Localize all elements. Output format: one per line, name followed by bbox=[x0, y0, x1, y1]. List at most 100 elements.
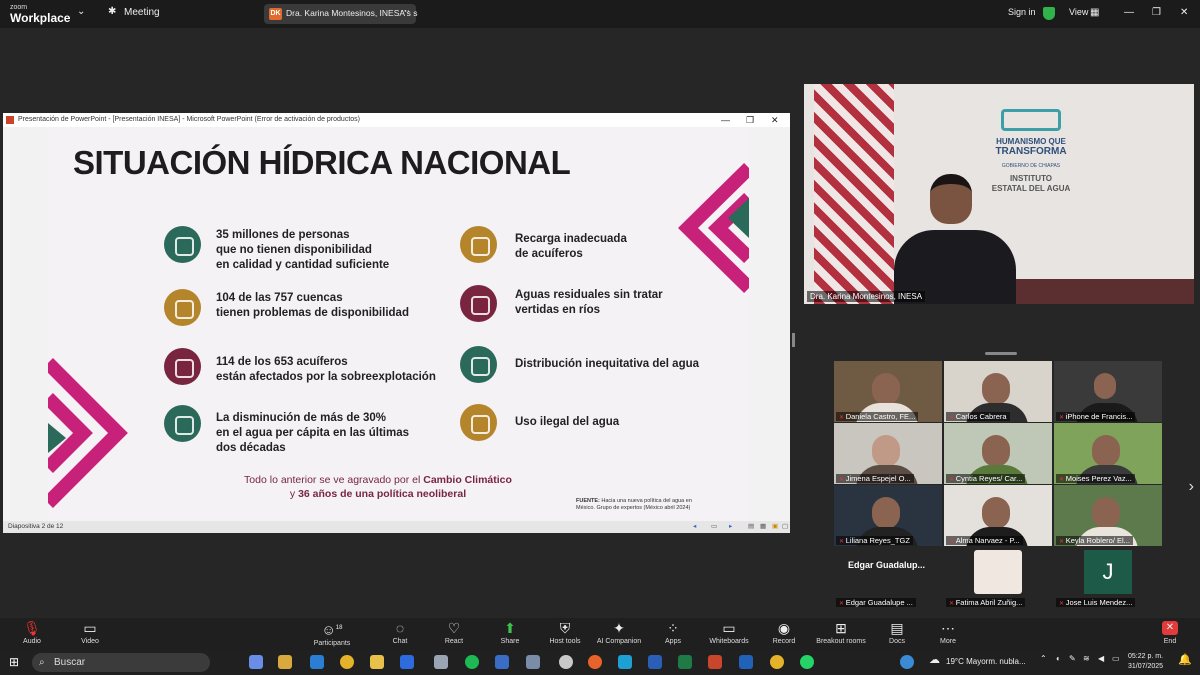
chrome-icon[interactable] bbox=[340, 655, 354, 669]
react-label: React bbox=[444, 638, 464, 645]
prev-slide-icon[interactable]: ◂ bbox=[693, 521, 696, 533]
participant-face bbox=[872, 497, 900, 529]
zoom-taskbar-icon[interactable] bbox=[400, 655, 414, 669]
chevron-down-icon[interactable]: ⌄ bbox=[77, 6, 85, 17]
app-icon[interactable] bbox=[559, 655, 573, 669]
view-grid-icon[interactable]: ▦ bbox=[1090, 7, 1099, 18]
app-icon[interactable] bbox=[434, 655, 448, 669]
excel-icon[interactable] bbox=[678, 655, 692, 669]
whiteboards-button[interactable]: ▭ Whiteboards bbox=[699, 619, 759, 646]
participant-tile[interactable]: Alma Narvaez - P... bbox=[944, 485, 1052, 546]
outlook-icon[interactable] bbox=[739, 655, 753, 669]
react-button[interactable]: ♡ React bbox=[424, 619, 484, 646]
participant-tile[interactable]: Daniela Castro, FE... bbox=[834, 361, 942, 422]
breakout-rooms-button[interactable]: ⊞ Breakout rooms bbox=[811, 619, 871, 646]
restore-icon[interactable]: ❐ bbox=[1152, 7, 1161, 18]
windows-start-icon[interactable]: ⊞ bbox=[9, 655, 19, 669]
shield-tools-icon: ⛨ bbox=[559, 620, 571, 636]
view-slideshow-icon[interactable]: ▢ bbox=[782, 521, 788, 533]
minimize-icon[interactable]: — bbox=[1124, 7, 1134, 18]
active-share-tab-label: Dra. Karina Montesinos, INESA's s bbox=[286, 8, 418, 18]
resize-handle[interactable] bbox=[792, 333, 795, 347]
participants-button[interactable]: ☺18 Participants bbox=[302, 619, 362, 648]
video-button[interactable]: ▭ Video bbox=[60, 619, 120, 646]
next-slide-icon[interactable]: ▸ bbox=[729, 521, 732, 533]
meeting-tab[interactable]: Meeting bbox=[124, 7, 160, 18]
note-pre: Todo lo anterior se ve agravado por el bbox=[244, 474, 424, 486]
store-icon[interactable] bbox=[278, 655, 292, 669]
app-icon[interactable] bbox=[618, 655, 632, 669]
ppt-close-icon[interactable]: ✕ bbox=[771, 113, 779, 127]
copilot-icon[interactable] bbox=[249, 655, 263, 669]
close-icon[interactable]: ✕ bbox=[1180, 7, 1188, 18]
chat-label: Chat bbox=[392, 638, 408, 645]
wifi-icon[interactable]: ≋ bbox=[1083, 654, 1090, 663]
camera-icon: ▭ bbox=[83, 620, 97, 636]
pen-icon[interactable]: ✎ bbox=[1069, 654, 1076, 663]
taskbar-search[interactable]: ⌕ Buscar bbox=[32, 653, 210, 672]
wastewater-icon bbox=[460, 285, 497, 322]
chrome-icon[interactable] bbox=[770, 655, 784, 669]
people-water-icon bbox=[164, 226, 201, 263]
ppt-minimize-icon[interactable]: — bbox=[721, 113, 730, 127]
sign-in-link[interactable]: Sign in bbox=[1008, 7, 1036, 17]
participant-face bbox=[1092, 497, 1120, 529]
participant-initial-avatar: J bbox=[1084, 550, 1132, 594]
whiteboards-label: Whiteboards bbox=[709, 638, 749, 645]
app-icon[interactable] bbox=[900, 655, 914, 669]
participant-tile[interactable]: Edgar Guadalup... Edgar Guadalupe ... bbox=[834, 547, 942, 608]
whatsapp-icon[interactable] bbox=[800, 655, 814, 669]
next-page-icon[interactable]: › bbox=[1189, 478, 1194, 496]
zoom-workplace-logo: zoom Workplace bbox=[10, 3, 71, 25]
view-normal-icon[interactable]: ▤ bbox=[748, 521, 754, 533]
participant-tile[interactable]: J Jose Luis Mendez... bbox=[1054, 547, 1162, 608]
logo-big: Workplace bbox=[10, 11, 71, 25]
slide-menu-icon[interactable]: ▭ bbox=[711, 521, 717, 533]
edge-icon[interactable] bbox=[310, 655, 324, 669]
chat-button[interactable]: ◌ Chat bbox=[370, 619, 430, 646]
volume-icon[interactable]: ◀ bbox=[1098, 654, 1104, 663]
note-mid: y bbox=[289, 488, 299, 500]
participant-tile[interactable]: Keyla Roblero/ El... bbox=[1054, 485, 1162, 546]
word-icon[interactable] bbox=[648, 655, 662, 669]
ppt-restore-icon[interactable]: ❐ bbox=[746, 113, 754, 127]
encryption-shield-icon[interactable] bbox=[1043, 7, 1055, 20]
calculator-icon[interactable] bbox=[495, 655, 509, 669]
ppt-title-bar: Presentación de PowerPoint - [Presentaci… bbox=[3, 113, 790, 127]
share-button[interactable]: ⬆ Share bbox=[480, 619, 540, 646]
firefox-icon[interactable] bbox=[588, 655, 602, 669]
notifications-icon[interactable]: 🔔 bbox=[1178, 653, 1192, 666]
participant-tile[interactable]: Cyntia Reyes/ Car... bbox=[944, 423, 1052, 484]
gallery-drag-handle[interactable] bbox=[985, 352, 1017, 355]
record-button[interactable]: ◉ Record bbox=[754, 619, 814, 646]
view-button[interactable]: View bbox=[1069, 7, 1088, 17]
more-options-icon[interactable]: ⋯ bbox=[400, 6, 410, 17]
powerpoint-taskbar-icon[interactable] bbox=[708, 655, 722, 669]
audio-button[interactable]: 🎙 Audio bbox=[2, 619, 62, 646]
tray-arrow-icon[interactable]: ⌃ bbox=[1040, 654, 1047, 663]
participant-tile[interactable]: Carlos Cabrera bbox=[944, 361, 1052, 422]
more-button[interactable]: ⋯ More bbox=[918, 619, 978, 646]
apps-button[interactable]: ⁘ Apps bbox=[643, 619, 703, 646]
ai-companion-button[interactable]: ✦ AI Companion bbox=[589, 619, 649, 646]
speaker-video[interactable]: HUMANISMO QUE TRANSFORMA GOBIERNO DE CHI… bbox=[804, 84, 1194, 304]
participant-tile[interactable]: Jimena Espejel O... bbox=[834, 423, 942, 484]
battery-icon[interactable]: ▭ bbox=[1112, 654, 1120, 663]
tray-app-icon[interactable]: ◐ bbox=[1056, 654, 1061, 663]
file-explorer-icon[interactable] bbox=[370, 655, 384, 669]
host-tools-button[interactable]: ⛨ Host tools bbox=[535, 619, 595, 646]
participant-tile[interactable]: Liliana Reyes_TGZ bbox=[834, 485, 942, 546]
participant-tile[interactable]: Fatima Abril Zuñig... bbox=[944, 547, 1052, 608]
clock[interactable]: 05:22 p. m. 31/07/2025 bbox=[1128, 652, 1163, 672]
paw-icon: ✱ bbox=[108, 6, 117, 17]
view-reading-icon[interactable]: ▣ bbox=[772, 521, 778, 533]
spotify-icon[interactable] bbox=[465, 655, 479, 669]
participant-tile[interactable]: Moises Perez Vaz... bbox=[1054, 423, 1162, 484]
camera-app-icon[interactable] bbox=[526, 655, 540, 669]
view-sorter-icon[interactable]: ▦ bbox=[760, 521, 766, 533]
participant-tile[interactable]: iPhone de Francis... bbox=[1054, 361, 1162, 422]
end-button[interactable]: ✕ End bbox=[1140, 619, 1200, 646]
participant-avatar bbox=[974, 550, 1022, 594]
shared-powerpoint-window: Presentación de PowerPoint - [Presentaci… bbox=[3, 113, 790, 533]
weather-text[interactable]: 19°C Mayorm. nubla... bbox=[946, 657, 1026, 666]
